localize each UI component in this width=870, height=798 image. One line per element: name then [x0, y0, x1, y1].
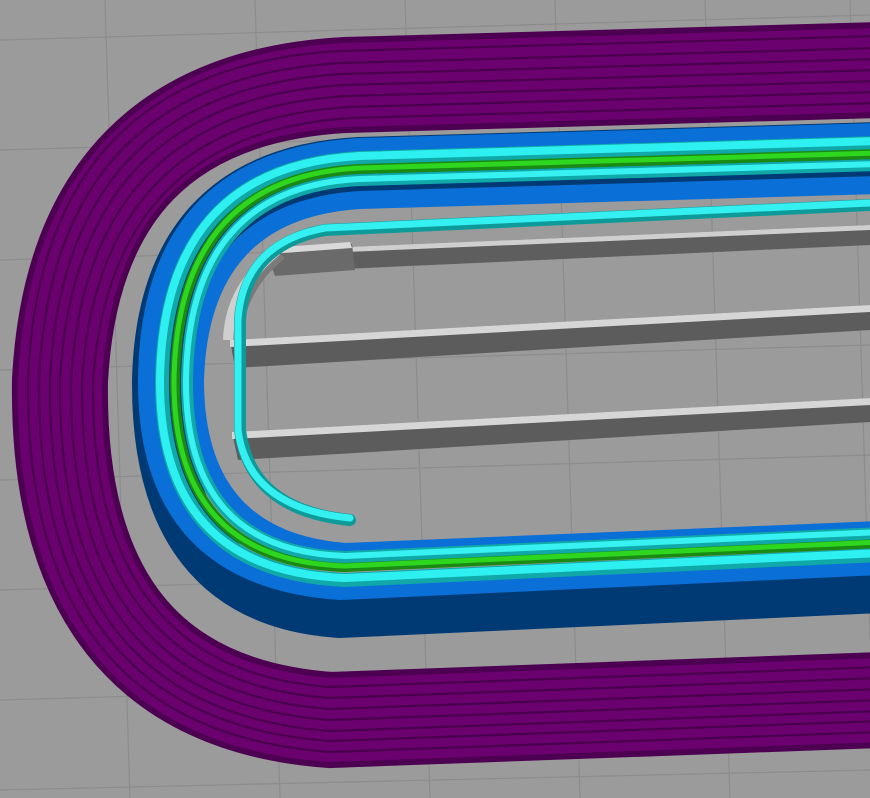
- toolpath-preview-canvas[interactable]: [0, 0, 870, 798]
- 3d-print-preview-viewport[interactable]: [0, 0, 870, 798]
